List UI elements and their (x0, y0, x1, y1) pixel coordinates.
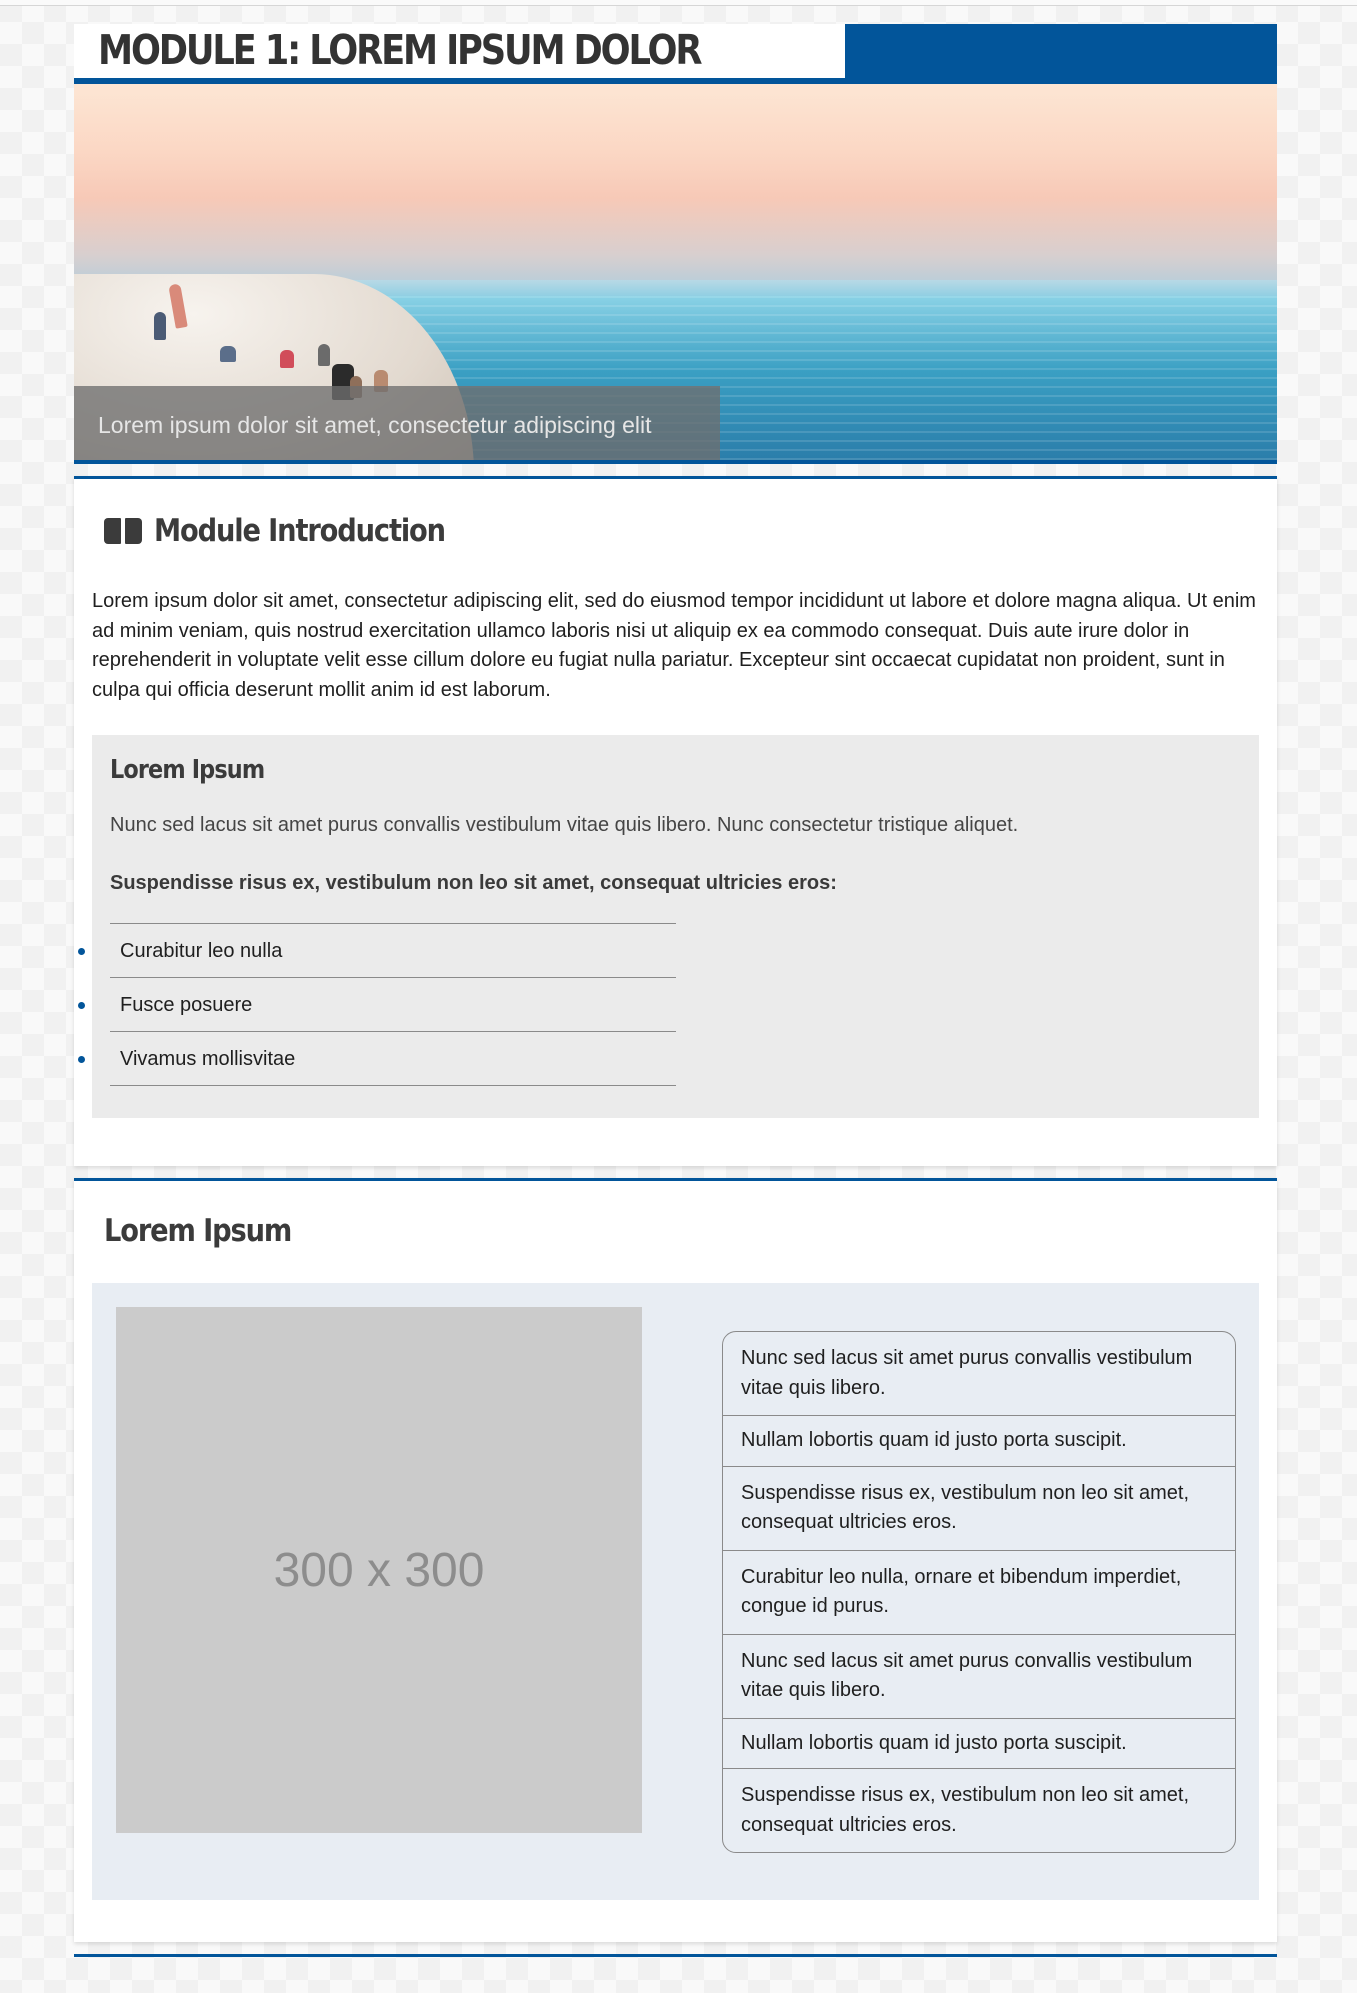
bullet-icon (78, 948, 85, 955)
list-item: Vivamus mollisvitae (78, 1032, 676, 1086)
list-item: Nullam lobortis quam id justo porta susc… (723, 1719, 1235, 1769)
bullet-icon (78, 1056, 85, 1063)
lorem-ipsum-panel: Lorem Ipsum 300 x 300 Nunc sed lacus sit… (74, 1178, 1277, 1942)
module-page: MODULE 1: LOREM IPSUM DOLOR Lorem ipsum … (74, 24, 1277, 1957)
list-item: Nunc sed lacus sit amet purus convallis … (723, 1635, 1235, 1719)
list-item: Curabitur leo nulla, ornare et bibendum … (723, 1551, 1235, 1635)
image-placeholder: 300 x 300 (116, 1307, 642, 1833)
book-open-icon (104, 516, 142, 546)
footer-rule (74, 1954, 1277, 1957)
box-bold-paragraph: Suspendisse risus ex, vestibulum non leo… (110, 872, 837, 894)
box-paragraph: Nunc sed lacus sit amet purus convallis … (110, 814, 1019, 836)
top-border (0, 0, 1357, 6)
section-heading: Lorem Ipsum (104, 1213, 292, 1249)
lorem-ipsum-box: Lorem Ipsum Nunc sed lacus sit amet puru… (78, 735, 1259, 1118)
list-item: Curabitur leo nulla (78, 924, 676, 978)
intro-paragraph: Lorem ipsum dolor sit amet, consectetur … (92, 590, 1256, 701)
header-accent-block (845, 24, 1277, 84)
info-list: Nunc sed lacus sit amet purus convallis … (722, 1331, 1236, 1853)
module-title: MODULE 1: LOREM IPSUM DOLOR (98, 26, 703, 74)
hero-caption: Lorem ipsum dolor sit amet, consectetur … (74, 386, 720, 464)
list-item: Nunc sed lacus sit amet purus convallis … (723, 1332, 1235, 1416)
list-item: Suspendisse risus ex, vestibulum non leo… (741, 1784, 1189, 1836)
list-item: Nullam lobortis quam id justo porta susc… (723, 1416, 1235, 1467)
box-title: Lorem Ipsum (110, 755, 265, 785)
bullet-list: Curabitur leo nulla Fusce posuere Vivamu… (68, 924, 700, 1086)
module-header: MODULE 1: LOREM IPSUM DOLOR (74, 24, 1277, 84)
bullet-icon (78, 1002, 85, 1009)
list-item: Fusce posuere (78, 978, 676, 1032)
content-box: 300 x 300 Nunc sed lacus sit amet purus … (92, 1283, 1259, 1900)
intro-heading: Module Introduction (154, 513, 446, 549)
list-item: Suspendisse risus ex, vestibulum non leo… (723, 1467, 1235, 1551)
hero-banner: Lorem ipsum dolor sit amet, consectetur … (74, 84, 1277, 464)
module-introduction-panel: Module Introduction Lorem ipsum dolor si… (74, 476, 1277, 1166)
